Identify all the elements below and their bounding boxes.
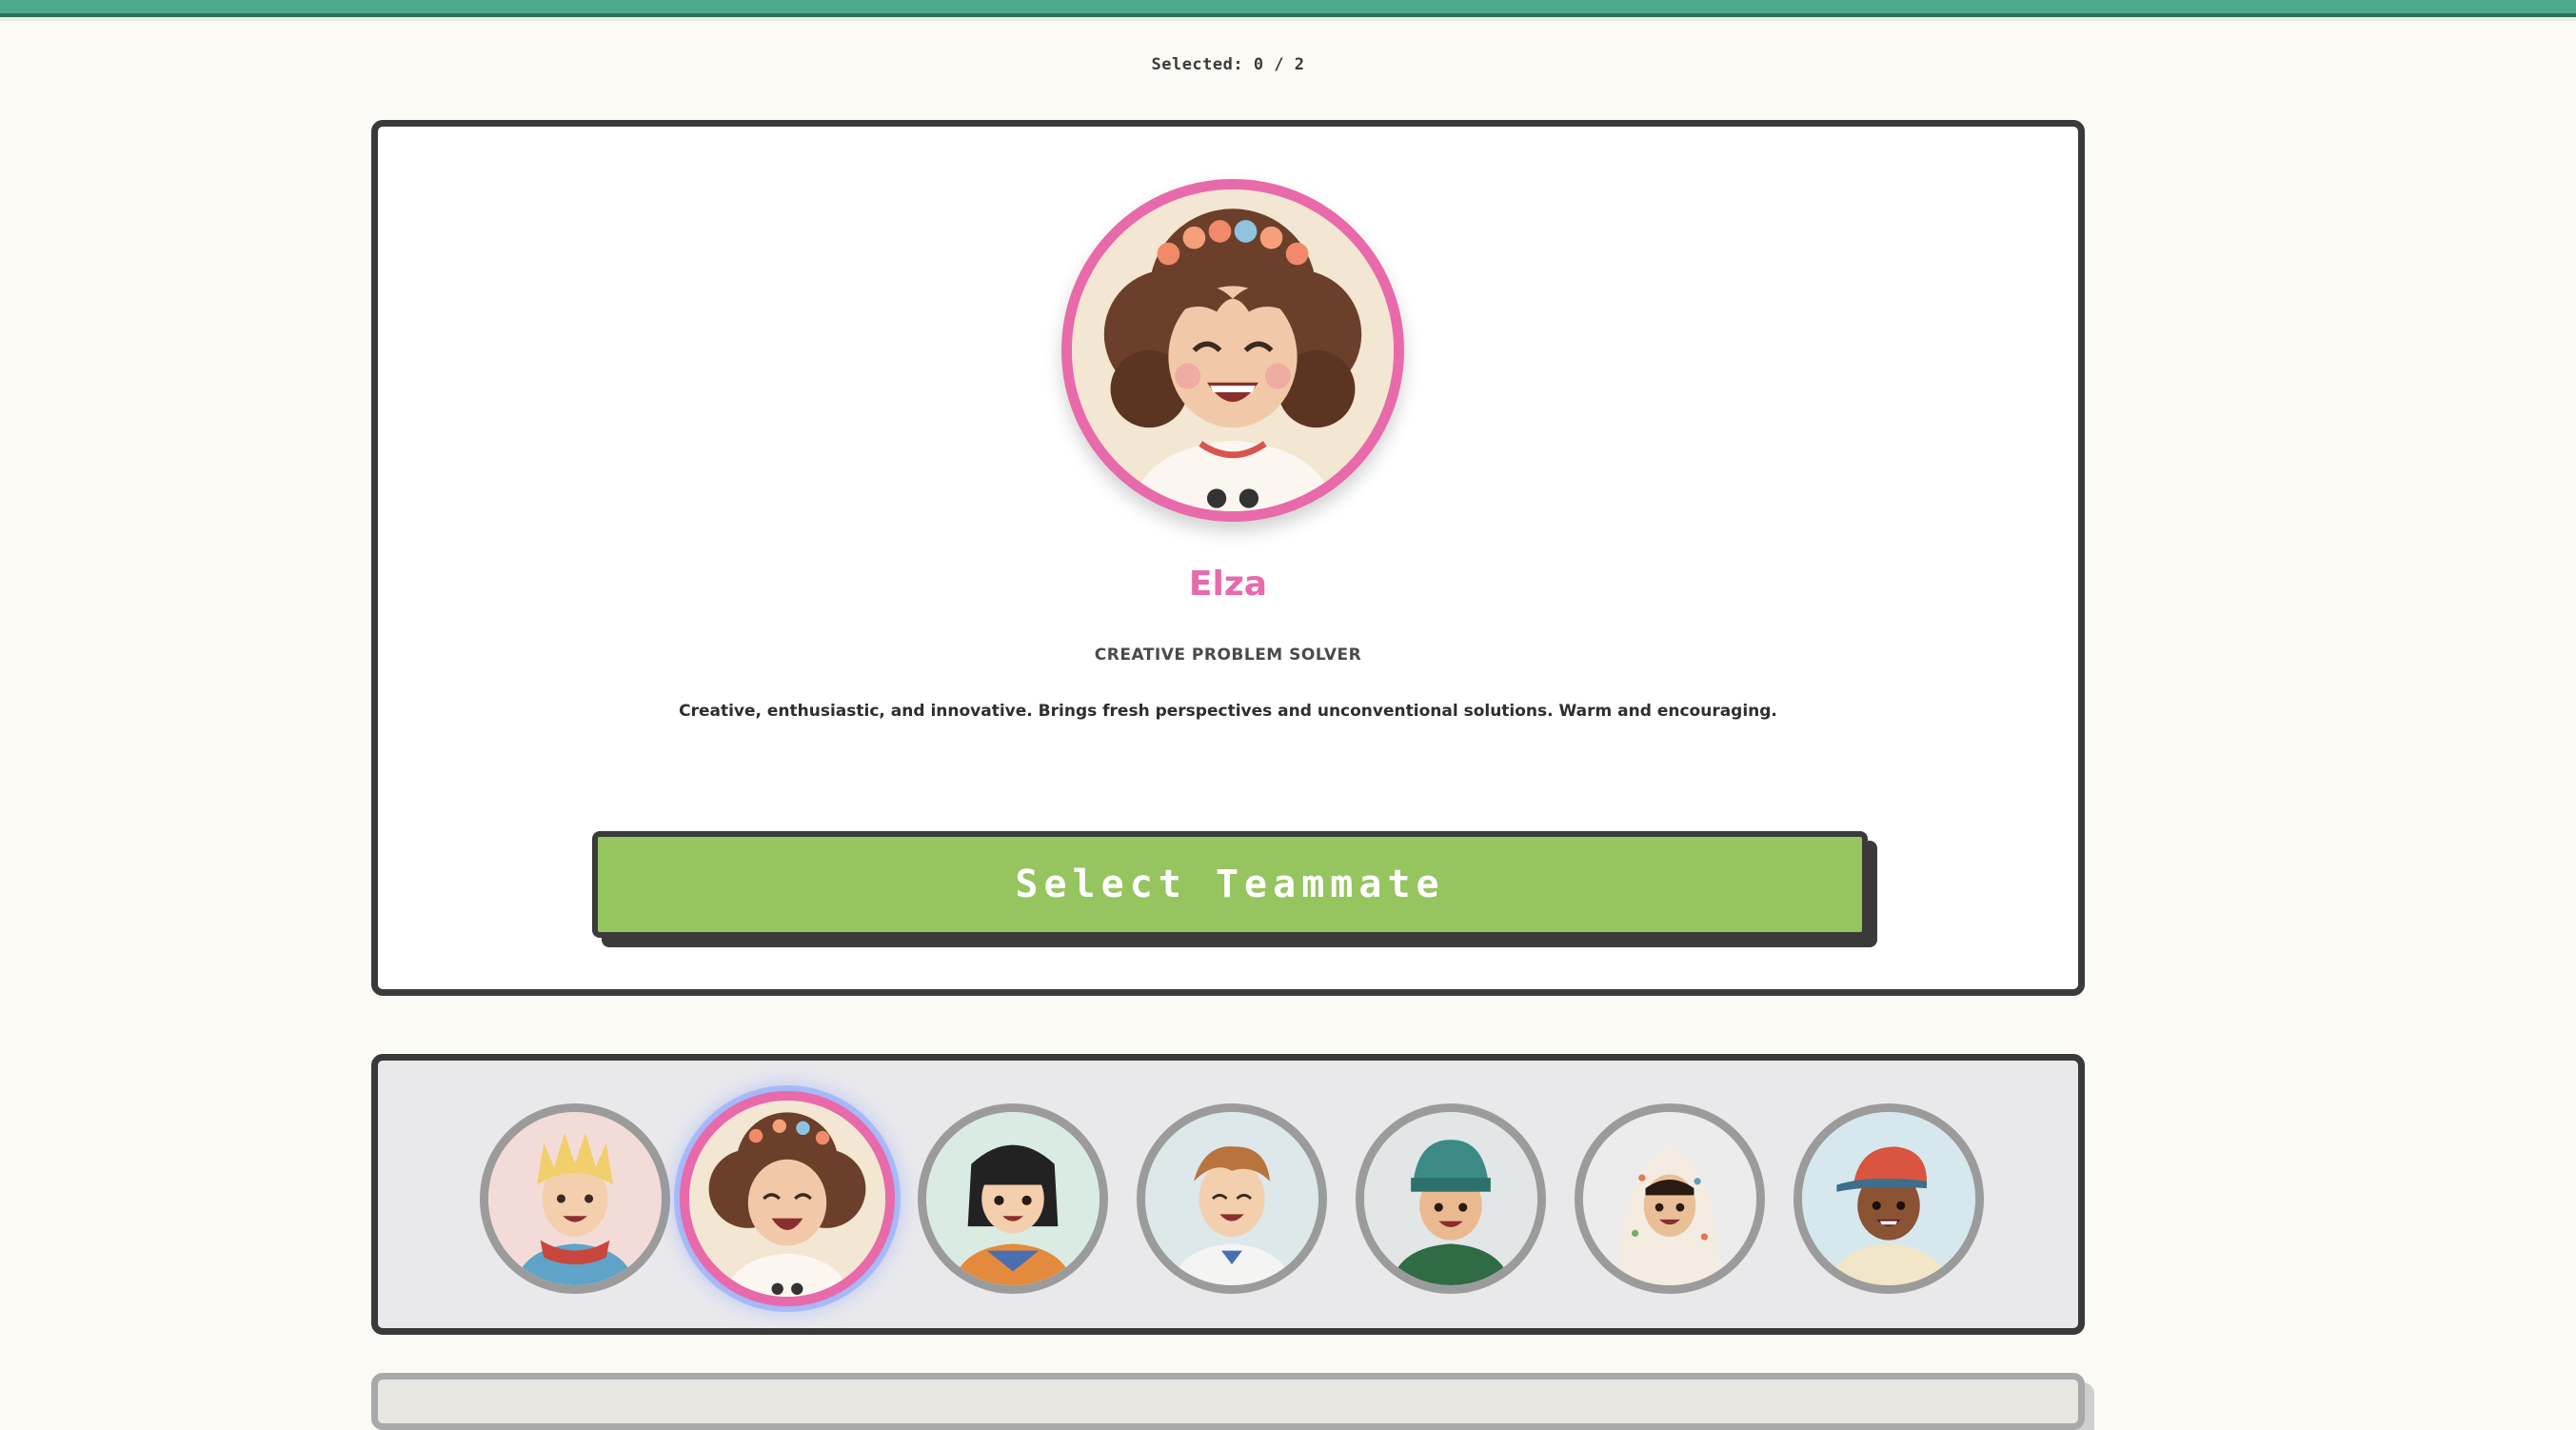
avatar-option-1[interactable] xyxy=(480,1103,670,1294)
girl-floral-hood-avatar-icon xyxy=(1583,1112,1756,1285)
avatar-option-5[interactable] xyxy=(1356,1103,1546,1294)
blonde-spiky-boy-red-scarf-avatar-icon xyxy=(488,1112,662,1285)
next-section-card xyxy=(371,1373,2085,1430)
boy-red-cap-avatar-icon xyxy=(1802,1112,1975,1285)
girl-black-bob-hair-avatar-icon xyxy=(926,1112,1100,1285)
select-teammate-button[interactable]: Select Teammate xyxy=(592,831,1868,938)
avatar-option-2[interactable] xyxy=(680,1091,895,1306)
avatar-option-7[interactable] xyxy=(1793,1103,1984,1294)
profile-name: Elza xyxy=(1188,565,1268,604)
selection-counter: Selected: 0 / 2 xyxy=(1151,55,1305,74)
avatar-option-3[interactable] xyxy=(918,1103,1108,1294)
avatar-option-6[interactable] xyxy=(1575,1103,1765,1294)
profile-description: Creative, enthusiastic, and innovative. … xyxy=(679,702,1777,721)
avatar-option-4[interactable] xyxy=(1137,1103,1327,1294)
profile-card: Elza CREATIVE PROBLEM SOLVER Creative, e… xyxy=(371,120,2085,996)
girl-curly-hair-flower-crown-avatar-icon xyxy=(689,1101,885,1297)
profile-role: CREATIVE PROBLEM SOLVER xyxy=(1094,645,1362,665)
top-accent-bar xyxy=(0,0,2576,17)
girl-curly-hair-flower-crown-avatar-icon xyxy=(1061,179,1404,522)
top-bar-shadow xyxy=(0,17,2576,21)
boy-green-beanie-avatar-icon xyxy=(1364,1112,1537,1285)
boy-light-brown-hair-avatar-icon xyxy=(1145,1112,1318,1285)
teammate-avatar-strip xyxy=(371,1054,2085,1335)
